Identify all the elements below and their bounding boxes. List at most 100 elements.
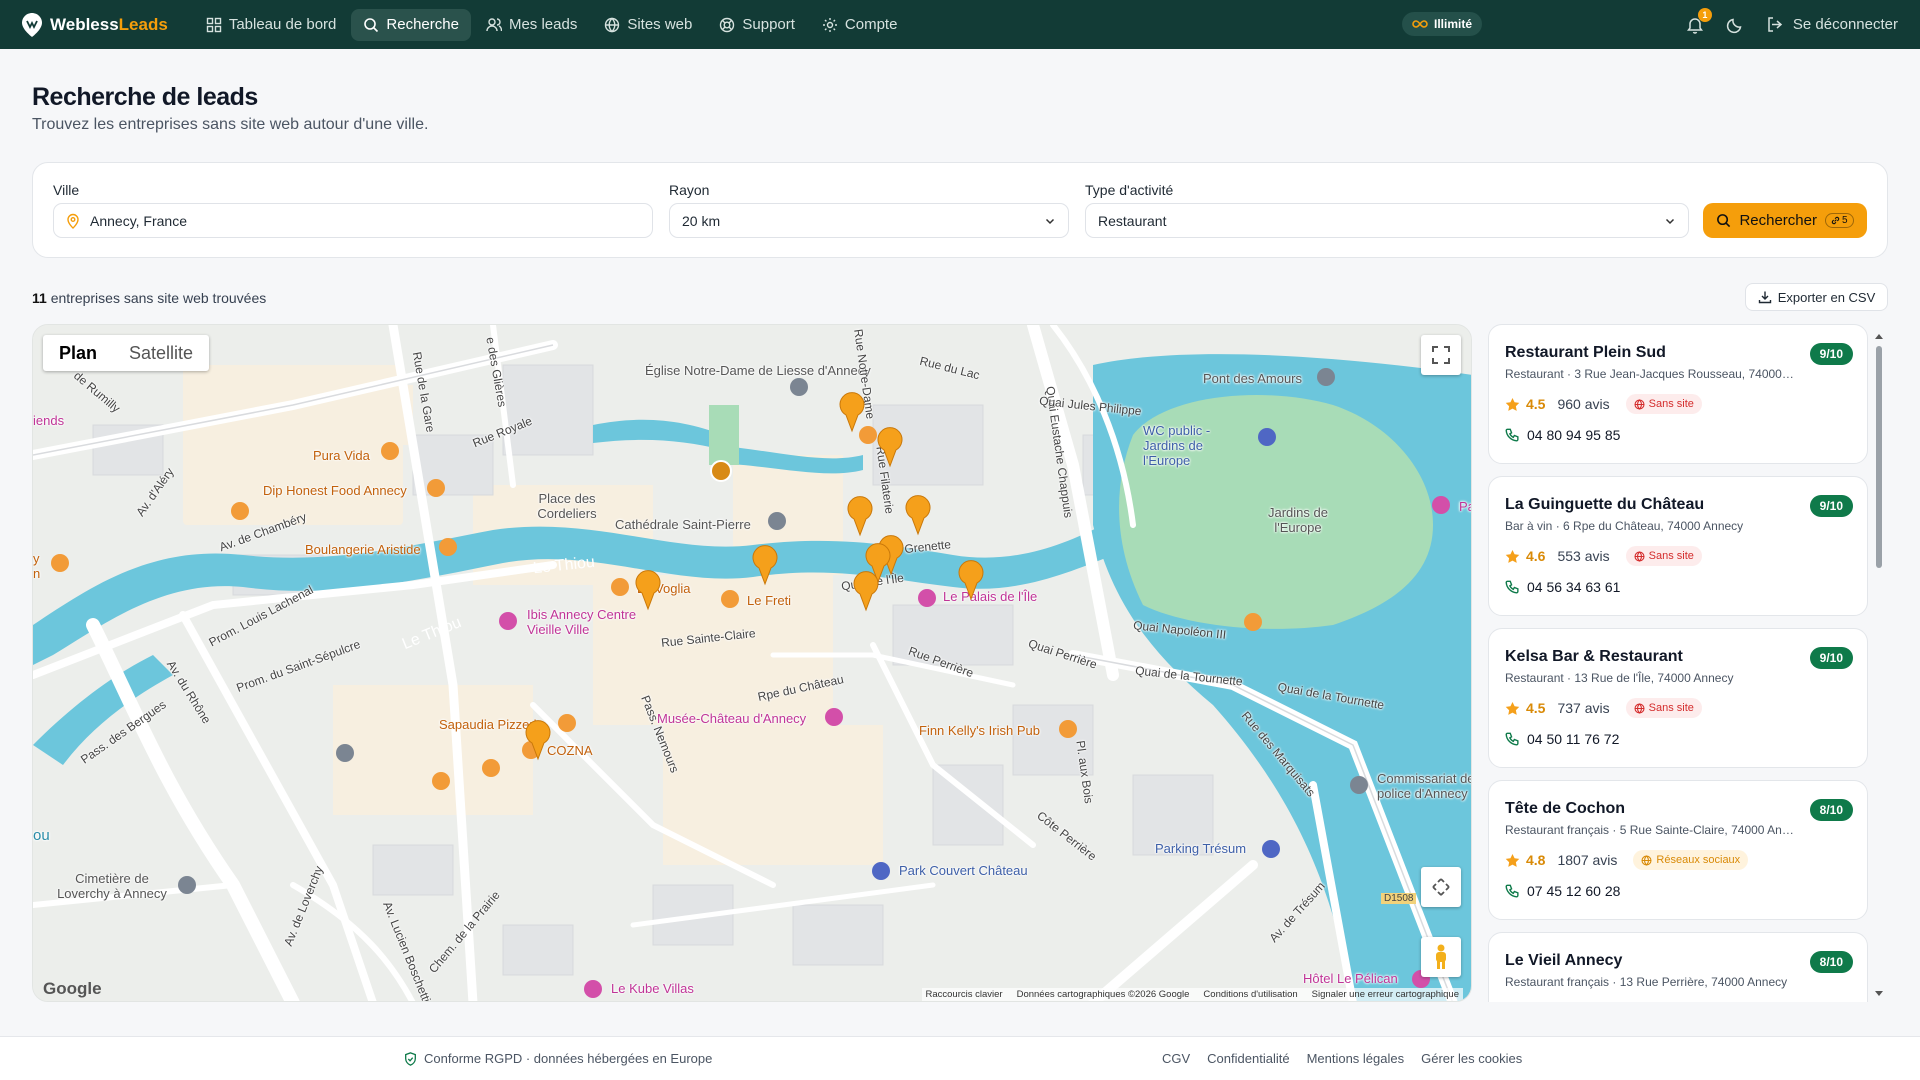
footer-link-cgv[interactable]: CGV xyxy=(1162,1051,1190,1066)
attrib-shortcuts[interactable]: Raccourcis clavier xyxy=(926,989,1003,1000)
brand-logo[interactable]: WeblessLeads xyxy=(22,12,168,37)
review-count: 1807 avis xyxy=(1557,852,1618,868)
scrollbar-thumb[interactable] xyxy=(1876,346,1882,568)
lead-card[interactable]: La Guinguette du Château 9/10 Bar à vin … xyxy=(1488,476,1868,616)
results-number: 11 xyxy=(32,290,47,306)
city-center-marker[interactable] xyxy=(710,460,732,482)
map[interactable]: Église Notre-Dame de Liesse d'Annecy Pon… xyxy=(32,324,1472,1002)
rating-value: 4.5 xyxy=(1526,396,1546,412)
results-count: 11 entreprises sans site web trouvées xyxy=(32,290,266,306)
lead-score-badge: 9/10 xyxy=(1809,495,1853,517)
status-badge: Sans site xyxy=(1625,394,1702,414)
nav-dashboard[interactable]: Tableau de bord xyxy=(194,9,349,41)
location-pin-icon xyxy=(67,213,79,229)
lead-score-badge: 8/10 xyxy=(1809,951,1853,973)
lead-phone[interactable]: 04 56 34 63 61 xyxy=(1505,579,1620,595)
map-camera-control[interactable] xyxy=(1421,867,1461,907)
city-label: Ville xyxy=(53,182,80,198)
radius-value: 20 km xyxy=(682,212,721,229)
notifications-button[interactable]: 1 xyxy=(1686,7,1712,34)
city-value: Annecy, France xyxy=(90,212,188,229)
map-marker-layer xyxy=(51,368,1450,998)
globe-icon xyxy=(1634,550,1645,562)
status-badge: Sans site xyxy=(1625,546,1702,566)
phone-number: 04 50 11 76 72 xyxy=(1527,731,1620,747)
map-attribution: Raccourcis clavier Données cartographiqu… xyxy=(921,988,1463,1001)
credit-badge: 5 xyxy=(1824,213,1854,228)
globe-icon xyxy=(1634,398,1645,410)
lead-card[interactable]: Kelsa Bar & Restaurant 9/10 Restaurant ·… xyxy=(1488,628,1868,768)
attrib-terms[interactable]: Conditions d'utilisation xyxy=(1203,989,1297,1000)
lead-rating: 4.5 960 avis Sans site xyxy=(1505,394,1702,414)
phone-number: 04 80 94 95 85 xyxy=(1527,427,1621,443)
nav-websites[interactable]: Sites web xyxy=(592,9,704,41)
radius-select[interactable]: 20 km xyxy=(669,203,1069,238)
lead-markers[interactable] xyxy=(525,392,984,761)
footer-link-cookies[interactable]: Gérer les cookies xyxy=(1421,1051,1522,1066)
lead-name: Le Vieil Annecy xyxy=(1505,952,1623,969)
nav-support[interactable]: Support xyxy=(707,9,807,41)
top-nav: WeblessLeads Tableau de bord Recherche M… xyxy=(0,0,1920,49)
lead-phone[interactable]: 04 50 11 76 72 xyxy=(1505,731,1619,747)
phone-icon xyxy=(1505,884,1519,898)
type-select[interactable]: Restaurant xyxy=(1085,203,1689,238)
rating-value: 4.6 xyxy=(1526,548,1546,564)
phone-icon xyxy=(1505,428,1519,442)
credit-count: 5 xyxy=(1841,215,1848,226)
lead-score-badge: 9/10 xyxy=(1809,343,1853,365)
lifebuoy-icon xyxy=(720,17,735,32)
results-text: entreprises sans site web trouvées xyxy=(50,290,267,306)
move-arrows-icon xyxy=(1432,878,1450,896)
footer-link-privacy[interactable]: Confidentialité xyxy=(1207,1051,1289,1066)
search-button[interactable]: Rechercher 5 xyxy=(1703,203,1867,238)
logout-button[interactable]: Se déconnecter xyxy=(1766,16,1898,33)
status-badge-label: Sans site xyxy=(1648,550,1694,562)
lead-address: Bar à vin · 6 Rpe du Château, 74000 Anne… xyxy=(1505,519,1744,533)
status-badge-label: Sans site xyxy=(1648,702,1694,714)
plan-badge[interactable]: Illimité xyxy=(1402,12,1483,36)
scroll-down-icon[interactable] xyxy=(1874,990,1884,998)
fullscreen-button[interactable] xyxy=(1421,335,1461,375)
notification-count: 1 xyxy=(1697,7,1712,22)
attrib-report[interactable]: Signaler une erreur cartographique xyxy=(1312,989,1459,1000)
lead-card[interactable]: Tête de Cochon 8/10 Restaurant français … xyxy=(1488,780,1868,920)
lead-score-badge: 9/10 xyxy=(1809,647,1853,669)
review-count: 960 avis xyxy=(1557,396,1610,412)
moon-icon[interactable] xyxy=(1726,16,1744,34)
globe-icon xyxy=(605,17,620,32)
nav-search[interactable]: Recherche xyxy=(351,8,471,41)
leads-scrollbar[interactable] xyxy=(1874,332,1884,998)
lead-card[interactable]: Restaurant Plein Sud 9/10 Restaurant · 3… xyxy=(1488,324,1868,464)
status-badge: Réseaux sociaux xyxy=(1633,850,1749,870)
status-badge-label: Sans site xyxy=(1648,398,1694,410)
street-view-pegman[interactable] xyxy=(1421,937,1461,977)
star-icon xyxy=(1505,397,1520,411)
chevron-down-icon xyxy=(1045,218,1055,224)
grid-icon xyxy=(206,17,222,32)
scroll-up-icon[interactable] xyxy=(1874,332,1884,340)
lead-phone[interactable]: 04 80 94 95 85 xyxy=(1505,427,1620,443)
map-tab-satellite[interactable]: Satellite xyxy=(113,335,209,371)
plan-badge-label: Illimité xyxy=(1434,17,1473,31)
footer-link-legal[interactable]: Mentions légales xyxy=(1307,1051,1405,1066)
search-form: Ville Annecy, France Rayon 20 km Type d'… xyxy=(32,162,1888,258)
map-tab-plan[interactable]: Plan xyxy=(43,335,113,371)
poi-blue-icons xyxy=(872,428,1280,880)
city-input[interactable]: Annecy, France xyxy=(53,203,653,238)
shield-check-icon xyxy=(405,1051,416,1066)
review-count: 737 avis xyxy=(1557,700,1610,716)
fullscreen-icon xyxy=(1432,346,1450,364)
users-icon xyxy=(486,17,502,31)
attrib-data: Données cartographiques ©2026 Google xyxy=(1016,989,1190,1000)
status-badge-label: Réseaux sociaux xyxy=(1656,854,1741,866)
search-icon xyxy=(364,17,379,32)
lead-card[interactable]: Le Vieil Annecy 8/10 Restaurant français… xyxy=(1488,932,1868,1002)
type-label: Type d'activité xyxy=(1085,182,1174,198)
export-csv-button[interactable]: Exporter en CSV xyxy=(1745,283,1888,311)
nav-leads[interactable]: Mes leads xyxy=(474,9,589,41)
status-badge: Sans site xyxy=(1625,698,1702,718)
lead-phone[interactable]: 07 45 12 60 28 xyxy=(1505,883,1620,899)
gear-icon xyxy=(822,17,837,32)
download-icon xyxy=(1758,291,1771,304)
nav-account[interactable]: Compte xyxy=(810,9,910,41)
